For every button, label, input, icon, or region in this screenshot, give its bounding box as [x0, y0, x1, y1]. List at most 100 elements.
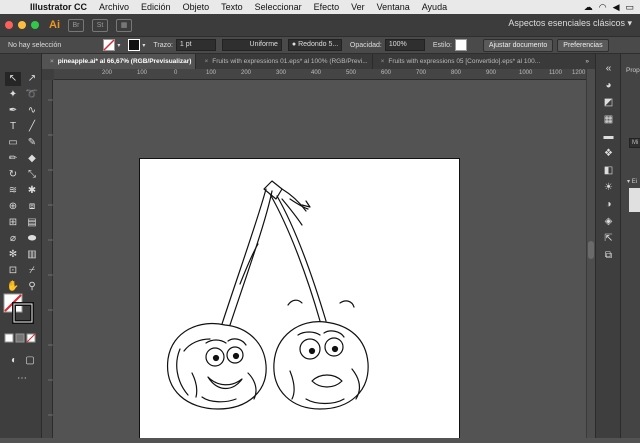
tab-document-1[interactable]: × pineapple.ai* al 66,67% (RGB/Previsuali… [42, 54, 197, 69]
swatches-panel-icon[interactable]: ▦ [596, 111, 621, 128]
canvas-area[interactable] [54, 80, 586, 438]
opacity-label[interactable]: Opacidad: [350, 42, 382, 49]
artboard[interactable] [139, 158, 460, 438]
artboard-tool-icon[interactable]: ⊡ [5, 264, 21, 278]
color-panel-icon[interactable]: ◕ [596, 77, 621, 94]
bridge-button[interactable]: Br [68, 18, 84, 32]
more-tabs-icon[interactable]: » [585, 54, 595, 69]
curvature-tool-icon[interactable]: ∿ [24, 104, 40, 118]
ruler-tick-label: 0 [174, 70, 178, 76]
workspace-switcher[interactable]: Aspectos esenciales clásicos ▾ [508, 18, 632, 29]
brushes-panel-icon[interactable]: ▬ [596, 128, 621, 145]
menu-ventana[interactable]: Ventana [377, 2, 410, 12]
rectangle-tool-icon[interactable]: ▭ [5, 136, 21, 150]
close-window-button[interactable] [5, 21, 13, 29]
graphic-styles-icon[interactable]: ◧ [596, 162, 621, 179]
menu-efecto[interactable]: Efecto [314, 2, 340, 12]
fill-swatch[interactable] [103, 39, 116, 51]
line-tool-icon[interactable]: ╱ [24, 120, 40, 134]
properties-tab[interactable]: Prop [626, 67, 640, 74]
close-tab-icon[interactable]: × [381, 58, 385, 65]
battery-icon[interactable]: ▭ [625, 2, 634, 13]
color-guide-icon[interactable]: ◩ [596, 94, 621, 111]
type-tool-icon[interactable]: T [5, 120, 21, 134]
fill-dropdown-icon[interactable]: ▾ [117, 42, 120, 49]
menu-bar: Illustrator CC Archivo Edición Objeto Te… [0, 0, 640, 14]
scale-tool-icon[interactable]: ⤡ [24, 168, 40, 182]
width-tool-icon[interactable]: ≋ [5, 184, 21, 198]
eraser-tool-icon[interactable]: ◆ [24, 152, 40, 166]
close-tab-icon[interactable]: × [50, 58, 54, 65]
properties-field[interactable]: Mi [629, 138, 640, 148]
opacity-field[interactable]: 100% [384, 39, 425, 51]
stroke-label[interactable]: Trazo: [153, 42, 173, 49]
vertical-scrollbar[interactable] [586, 69, 595, 438]
ruler-origin[interactable] [42, 69, 54, 80]
collapse-panels-icon[interactable]: « [596, 60, 621, 77]
magic-wand-tool-icon[interactable]: ✦ [5, 88, 21, 102]
document-setup-button[interactable]: Ajustar documento [482, 38, 554, 52]
export-assets-icon[interactable]: ⇱ [596, 230, 621, 247]
stroke-weight-field[interactable]: 1 pt [175, 39, 216, 51]
tab-document-3[interactable]: × Fruits with expressions 05 [Convertido]… [373, 54, 545, 69]
pen-tool-icon[interactable]: ✒ [5, 104, 21, 118]
eyedropper-tool-icon[interactable]: ⌀ [5, 232, 21, 246]
menu-ver[interactable]: Ver [351, 2, 365, 12]
blend-tool-icon[interactable]: ⬬ [24, 232, 40, 246]
paintbrush-tool-icon[interactable]: ✎ [24, 136, 40, 150]
close-tab-icon[interactable]: × [204, 58, 208, 65]
creative-cloud-icon[interactable]: ☁ [584, 2, 593, 13]
scrollbar-thumb[interactable] [588, 241, 594, 259]
stroke-dropdown-icon[interactable]: ▾ [142, 42, 145, 49]
minimize-window-button[interactable] [18, 21, 26, 29]
mesh-tool-icon[interactable]: ⊞ [5, 216, 21, 230]
brush-definition[interactable]: ● Redondo 5... [287, 39, 342, 51]
vertical-ruler[interactable] [42, 80, 53, 438]
artboards-panel-icon[interactable]: ⧉ [596, 247, 621, 264]
preferences-button[interactable]: Preferencias [557, 38, 609, 52]
volume-icon[interactable]: ◀ [613, 2, 620, 13]
edit-toolbar-icon[interactable]: ⋯ [14, 372, 30, 386]
menu-seleccionar[interactable]: Seleccionar [255, 2, 302, 12]
menu-app-name[interactable]: Illustrator CC [30, 2, 87, 12]
pencil-tool-icon[interactable]: ✏ [5, 152, 21, 166]
cherries-illustration[interactable] [140, 159, 461, 438]
rotate-tool-icon[interactable]: ↻ [5, 168, 21, 182]
ruler-tick-label: 800 [451, 70, 462, 76]
shape-builder-tool-icon[interactable]: ⊕ [5, 200, 21, 214]
stroke-swatch[interactable] [128, 39, 141, 51]
symbol-sprayer-tool-icon[interactable]: ✻ [5, 248, 21, 262]
properties-section[interactable]: ▾ Ei [627, 178, 637, 185]
puppet-warp-tool-icon[interactable]: ✱ [24, 184, 40, 198]
horizontal-ruler[interactable]: 200 100 0 100 200 300 400 500 600 700 80… [54, 69, 587, 80]
ruler-tick-label: 300 [276, 70, 287, 76]
slice-tool-icon[interactable]: ⌿ [24, 264, 40, 278]
style-label: Estilo: [432, 41, 452, 49]
wifi-icon[interactable]: ◠ [599, 2, 607, 13]
ruler-tick-label: 1200 [572, 70, 586, 76]
appearance-panel-icon[interactable]: ☀ [596, 179, 621, 196]
perspective-grid-tool-icon[interactable]: ⧈ [24, 200, 40, 214]
drawing-mode-icon[interactable]: ◐ [6, 354, 22, 368]
layers-panel-icon[interactable]: ◈ [596, 213, 621, 230]
selection-tool-icon[interactable]: ↖ [5, 72, 21, 86]
direct-selection-tool-icon[interactable]: ↗ [24, 72, 40, 86]
menu-archivo[interactable]: Archivo [99, 2, 129, 12]
fill-stroke-widget[interactable] [0, 290, 42, 350]
arrange-documents-icon[interactable]: ▦ [116, 18, 132, 32]
lasso-tool-icon[interactable]: ➰ [24, 88, 40, 102]
graphic-style-swatch[interactable] [454, 39, 467, 51]
variable-width-profile[interactable]: Uniforme [221, 39, 282, 51]
zoom-window-button[interactable] [31, 21, 39, 29]
column-graph-tool-icon[interactable]: ▥ [24, 248, 40, 262]
screen-mode-icon[interactable]: ▢ [22, 354, 38, 368]
symbols-panel-icon[interactable]: ❖ [596, 145, 621, 162]
menu-texto[interactable]: Texto [221, 2, 243, 12]
transparency-panel-icon[interactable]: ◑ [596, 196, 621, 213]
menu-ayuda[interactable]: Ayuda [422, 2, 447, 12]
stock-button[interactable]: St [92, 18, 108, 32]
menu-edicion[interactable]: Edición [141, 2, 171, 12]
gradient-tool-icon[interactable]: ▤ [24, 216, 40, 230]
menu-objeto[interactable]: Objeto [183, 2, 210, 12]
tab-document-2[interactable]: × Fruits with expressions 01.eps* al 100%… [196, 54, 373, 69]
